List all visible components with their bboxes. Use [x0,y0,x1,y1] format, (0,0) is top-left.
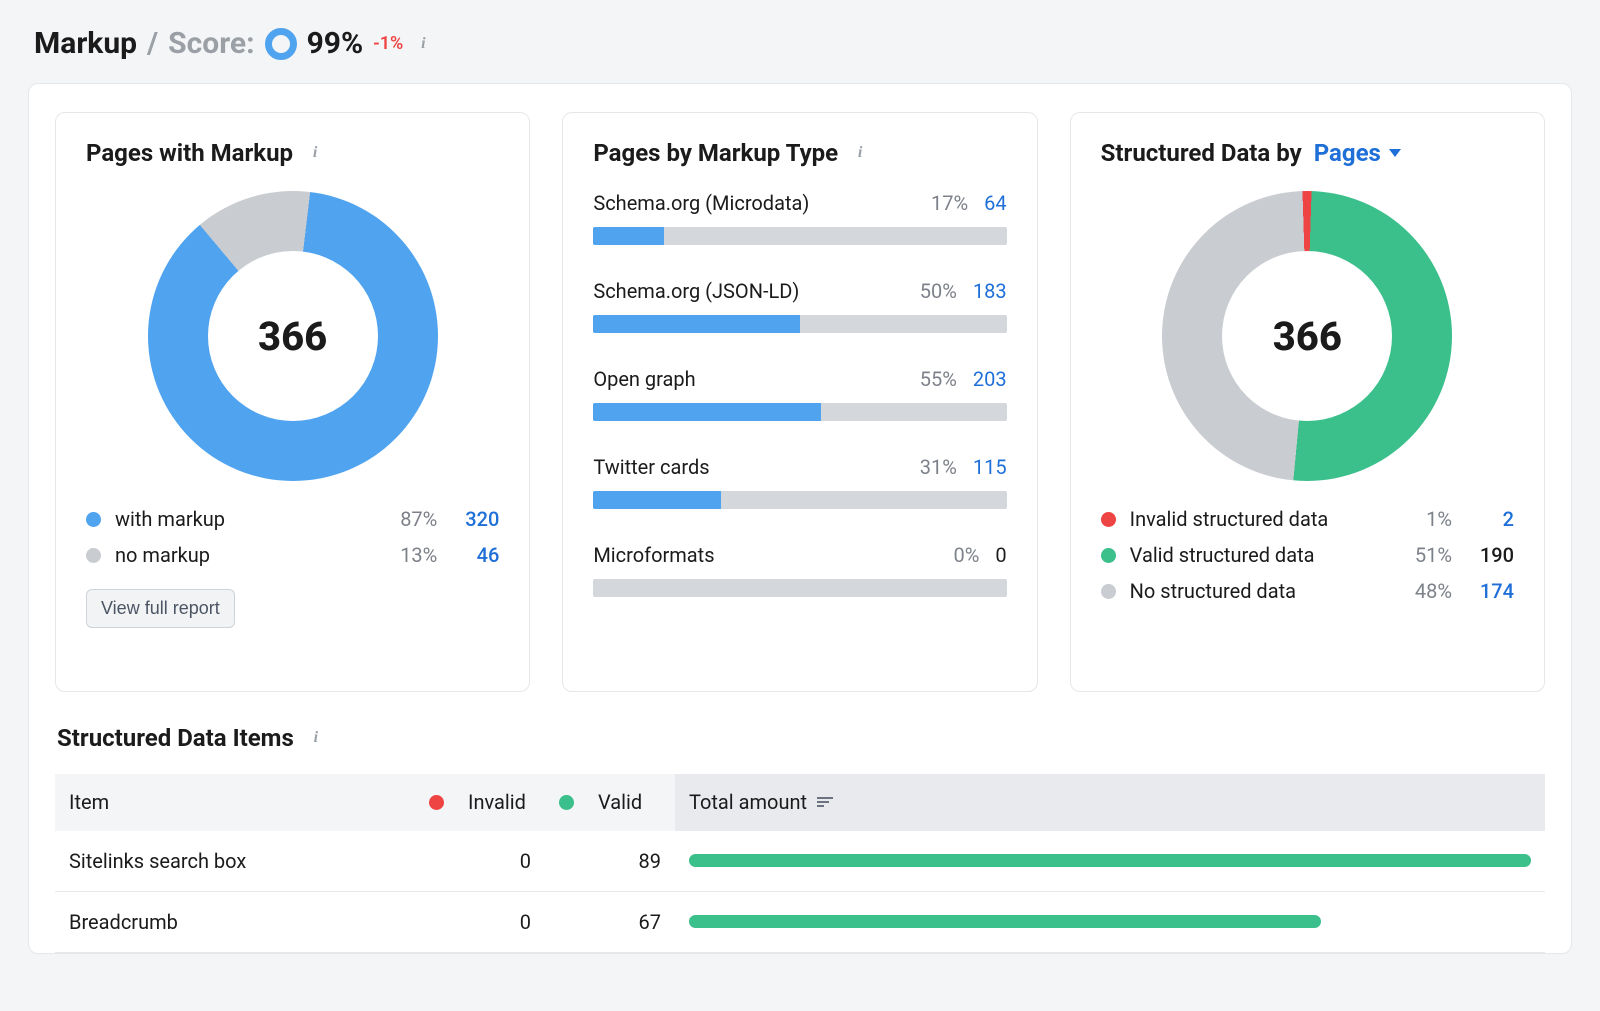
dot-icon [1101,512,1116,527]
score-donut-icon [265,28,297,60]
page-title: Markup [34,26,137,61]
structured-data-items-title: Structured Data Items i [57,724,1545,752]
widget-pages-with-markup: Pages with Markup i 366 with markup 87% … [55,112,530,692]
legend-row[interactable]: Invalid structured data 1% 2 [1101,507,1514,531]
dot-icon [429,795,444,810]
bar-item[interactable]: Twitter cards 31%115 [593,455,1006,509]
structured-items-table: Item Invalid Valid Total amount [55,774,1545,953]
donut-structured-data: 366 [1162,191,1452,481]
info-icon[interactable]: i [413,34,433,54]
progress-bar [593,227,1006,245]
col-valid[interactable]: Valid [545,774,675,831]
bar-item[interactable]: Microformats 0%0 [593,543,1006,597]
page-header: Markup / Score: 99% -1% i [28,26,1572,61]
info-icon[interactable]: i [305,143,325,163]
chevron-down-icon [1389,149,1401,157]
score-label: Score: [168,26,254,61]
dot-icon [1101,584,1116,599]
legend-row[interactable]: No structured data 48% 174 [1101,579,1514,603]
widget-title: Pages with Markup i [86,139,499,167]
table-row[interactable]: Sitelinks search box 0 89 [55,831,1545,892]
progress-bar [593,579,1006,597]
progress-bar [593,403,1006,421]
donut-center: 366 [1222,251,1392,421]
sort-desc-icon [817,797,833,807]
donut-chart: 366 [1101,191,1514,481]
legend: with markup 87% 320 no markup 13% 46 [86,507,499,567]
donut-center: 366 [208,251,378,421]
dot-icon [86,512,101,527]
bar-item[interactable]: Open graph 55%203 [593,367,1006,421]
score-delta: -1% [373,33,403,54]
row-bar [689,854,1531,867]
legend: Invalid structured data 1% 2 Valid struc… [1101,507,1514,603]
progress-bar [593,491,1006,509]
score-value: 99% [307,26,364,61]
legend-row[interactable]: with markup 87% 320 [86,507,499,531]
donut-chart: 366 [86,191,499,481]
breadcrumb-sep: / [147,26,158,61]
bar-item[interactable]: Schema.org (JSON-LD) 50%183 [593,279,1006,333]
donut-pages-with-markup: 366 [148,191,438,481]
dot-icon [86,548,101,563]
legend-row[interactable]: Valid structured data 51% 190 [1101,543,1514,567]
main-card: Pages with Markup i 366 with markup 87% … [28,83,1572,954]
widget-pages-by-markup-type: Pages by Markup Type i Schema.org (Micro… [562,112,1037,692]
col-invalid[interactable]: Invalid [415,774,545,831]
widget-title: Pages by Markup Type i [593,139,1006,167]
progress-bar [593,315,1006,333]
widgets-row: Pages with Markup i 366 with markup 87% … [55,112,1545,692]
bar-list: Schema.org (Microdata) 17%64 Schema.org … [593,191,1006,597]
col-item[interactable]: Item [55,774,415,831]
widget-structured-data-by-pages: Structured Data by Pages 366 Invalid str… [1070,112,1545,692]
dot-icon [559,795,574,810]
widget-title: Structured Data by Pages [1101,139,1514,167]
info-icon[interactable]: i [850,143,870,163]
legend-row[interactable]: no markup 13% 46 [86,543,499,567]
dot-icon [1101,548,1116,563]
view-full-report-button[interactable]: View full report [86,589,235,628]
pages-dropdown[interactable]: Pages [1314,139,1401,167]
info-icon[interactable]: i [306,728,326,748]
col-total-amount[interactable]: Total amount [675,774,1545,831]
table-row[interactable]: Breadcrumb 0 67 [55,891,1545,952]
bar-item[interactable]: Schema.org (Microdata) 17%64 [593,191,1006,245]
row-bar [689,915,1531,928]
